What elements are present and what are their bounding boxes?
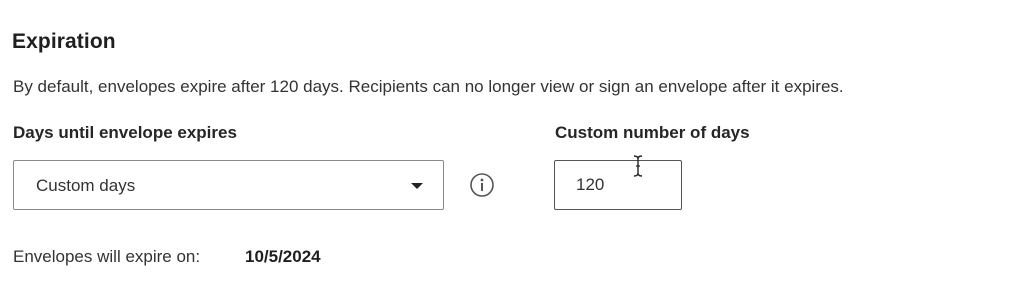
- days-until-expires-select[interactable]: Custom days: [13, 160, 444, 210]
- expiry-date: 10/5/2024: [245, 247, 321, 266]
- info-icon[interactable]: [469, 172, 495, 198]
- days-until-expires-label: Days until envelope expires: [13, 123, 237, 142]
- custom-days-label: Custom number of days: [555, 123, 750, 142]
- expiry-label: Envelopes will expire on:: [13, 247, 201, 266]
- expiration-settings: Expiration By default, envelopes expire …: [0, 0, 1024, 295]
- select-value: Custom days: [36, 176, 136, 195]
- custom-days-input[interactable]: [554, 160, 682, 210]
- caret-down-icon: [411, 183, 423, 189]
- section-title: Expiration: [12, 30, 116, 53]
- section-description: By default, envelopes expire after 120 d…: [13, 77, 844, 96]
